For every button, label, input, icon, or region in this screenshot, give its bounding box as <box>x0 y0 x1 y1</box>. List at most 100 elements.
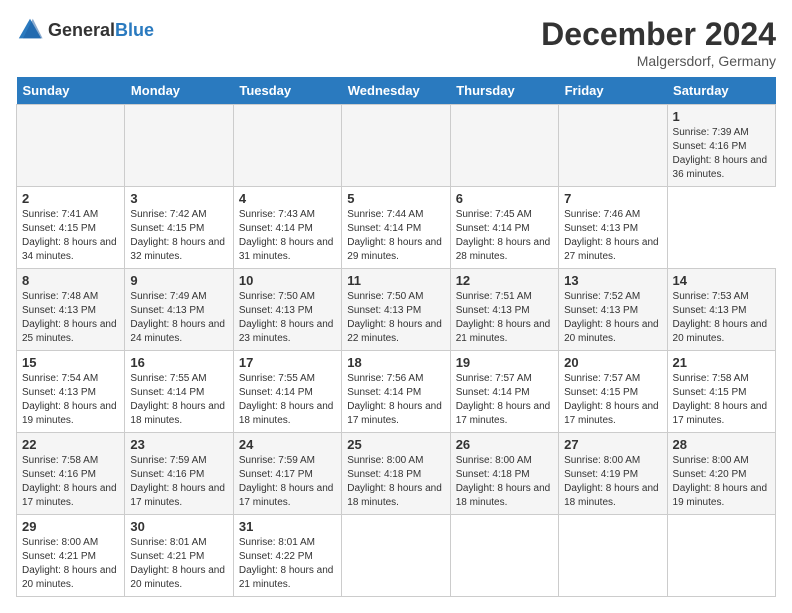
day-number: 28 <box>673 437 770 452</box>
logo-text-general: General <box>48 20 115 40</box>
calendar-cell <box>559 105 667 187</box>
cell-content: Sunrise: 7:59 AM Sunset: 4:16 PM Dayligh… <box>130 454 227 510</box>
week-row-4: 22 Sunrise: 7:58 AM Sunset: 4:16 PM Dayl… <box>17 433 776 515</box>
calendar-cell <box>342 515 450 597</box>
logo: GeneralBlue <box>16 16 154 44</box>
calendar-cell: 5 Sunrise: 7:44 AM Sunset: 4:14 PM Dayli… <box>342 187 450 269</box>
cell-content: Sunrise: 7:41 AM Sunset: 4:15 PM Dayligh… <box>22 208 119 264</box>
calendar-cell: 16 Sunrise: 7:55 AM Sunset: 4:14 PM Dayl… <box>125 351 233 433</box>
calendar-cell: 29 Sunrise: 8:00 AM Sunset: 4:21 PM Dayl… <box>17 515 125 597</box>
title-area: December 2024 Malgersdorf, Germany <box>541 16 776 69</box>
calendar-cell: 18 Sunrise: 7:56 AM Sunset: 4:14 PM Dayl… <box>342 351 450 433</box>
week-row-1: 2 Sunrise: 7:41 AM Sunset: 4:15 PM Dayli… <box>17 187 776 269</box>
week-row-5: 29 Sunrise: 8:00 AM Sunset: 4:21 PM Dayl… <box>17 515 776 597</box>
day-number: 9 <box>130 273 227 288</box>
day-number: 18 <box>347 355 444 370</box>
cell-content: Sunrise: 8:00 AM Sunset: 4:19 PM Dayligh… <box>564 454 661 510</box>
cell-content: Sunrise: 7:58 AM Sunset: 4:16 PM Dayligh… <box>22 454 119 510</box>
day-number: 27 <box>564 437 661 452</box>
cell-content: Sunrise: 7:48 AM Sunset: 4:13 PM Dayligh… <box>22 290 119 346</box>
cell-content: Sunrise: 7:54 AM Sunset: 4:13 PM Dayligh… <box>22 372 119 428</box>
calendar-cell <box>667 515 775 597</box>
day-number: 4 <box>239 191 336 206</box>
calendar-table: SundayMondayTuesdayWednesdayThursdayFrid… <box>16 77 776 597</box>
cell-content: Sunrise: 8:00 AM Sunset: 4:21 PM Dayligh… <box>22 536 119 592</box>
cell-content: Sunrise: 7:39 AM Sunset: 4:16 PM Dayligh… <box>673 126 770 182</box>
calendar-cell: 21 Sunrise: 7:58 AM Sunset: 4:15 PM Dayl… <box>667 351 775 433</box>
day-number: 31 <box>239 519 336 534</box>
day-number: 3 <box>130 191 227 206</box>
day-number: 20 <box>564 355 661 370</box>
header-cell-tuesday: Tuesday <box>233 77 341 105</box>
calendar-cell: 22 Sunrise: 7:58 AM Sunset: 4:16 PM Dayl… <box>17 433 125 515</box>
day-number: 17 <box>239 355 336 370</box>
week-row-3: 15 Sunrise: 7:54 AM Sunset: 4:13 PM Dayl… <box>17 351 776 433</box>
calendar-cell: 8 Sunrise: 7:48 AM Sunset: 4:13 PM Dayli… <box>17 269 125 351</box>
calendar-cell: 10 Sunrise: 7:50 AM Sunset: 4:13 PM Dayl… <box>233 269 341 351</box>
cell-content: Sunrise: 7:49 AM Sunset: 4:13 PM Dayligh… <box>130 290 227 346</box>
cell-content: Sunrise: 7:45 AM Sunset: 4:14 PM Dayligh… <box>456 208 553 264</box>
calendar-cell: 25 Sunrise: 8:00 AM Sunset: 4:18 PM Dayl… <box>342 433 450 515</box>
cell-content: Sunrise: 7:56 AM Sunset: 4:14 PM Dayligh… <box>347 372 444 428</box>
day-number: 25 <box>347 437 444 452</box>
cell-content: Sunrise: 7:52 AM Sunset: 4:13 PM Dayligh… <box>564 290 661 346</box>
calendar-cell: 23 Sunrise: 7:59 AM Sunset: 4:16 PM Dayl… <box>125 433 233 515</box>
day-number: 22 <box>22 437 119 452</box>
day-number: 26 <box>456 437 553 452</box>
cell-content: Sunrise: 7:43 AM Sunset: 4:14 PM Dayligh… <box>239 208 336 264</box>
week-row-2: 8 Sunrise: 7:48 AM Sunset: 4:13 PM Dayli… <box>17 269 776 351</box>
cell-content: Sunrise: 8:00 AM Sunset: 4:18 PM Dayligh… <box>456 454 553 510</box>
calendar-cell: 9 Sunrise: 7:49 AM Sunset: 4:13 PM Dayli… <box>125 269 233 351</box>
calendar-cell: 4 Sunrise: 7:43 AM Sunset: 4:14 PM Dayli… <box>233 187 341 269</box>
calendar-cell: 31 Sunrise: 8:01 AM Sunset: 4:22 PM Dayl… <box>233 515 341 597</box>
calendar-cell: 7 Sunrise: 7:46 AM Sunset: 4:13 PM Dayli… <box>559 187 667 269</box>
day-number: 23 <box>130 437 227 452</box>
week-row-0: 1 Sunrise: 7:39 AM Sunset: 4:16 PM Dayli… <box>17 105 776 187</box>
header-cell-monday: Monday <box>125 77 233 105</box>
cell-content: Sunrise: 8:01 AM Sunset: 4:21 PM Dayligh… <box>130 536 227 592</box>
header-cell-friday: Friday <box>559 77 667 105</box>
cell-content: Sunrise: 7:44 AM Sunset: 4:14 PM Dayligh… <box>347 208 444 264</box>
day-number: 24 <box>239 437 336 452</box>
cell-content: Sunrise: 7:46 AM Sunset: 4:13 PM Dayligh… <box>564 208 661 264</box>
cell-content: Sunrise: 7:55 AM Sunset: 4:14 PM Dayligh… <box>130 372 227 428</box>
cell-content: Sunrise: 7:57 AM Sunset: 4:14 PM Dayligh… <box>456 372 553 428</box>
calendar-cell: 15 Sunrise: 7:54 AM Sunset: 4:13 PM Dayl… <box>17 351 125 433</box>
header-cell-saturday: Saturday <box>667 77 775 105</box>
day-number: 10 <box>239 273 336 288</box>
header-cell-thursday: Thursday <box>450 77 558 105</box>
calendar-cell: 24 Sunrise: 7:59 AM Sunset: 4:17 PM Dayl… <box>233 433 341 515</box>
cell-content: Sunrise: 8:00 AM Sunset: 4:18 PM Dayligh… <box>347 454 444 510</box>
day-number: 12 <box>456 273 553 288</box>
location-title: Malgersdorf, Germany <box>541 53 776 69</box>
day-number: 5 <box>347 191 444 206</box>
calendar-cell: 11 Sunrise: 7:50 AM Sunset: 4:13 PM Dayl… <box>342 269 450 351</box>
day-number: 8 <box>22 273 119 288</box>
calendar-cell: 28 Sunrise: 8:00 AM Sunset: 4:20 PM Dayl… <box>667 433 775 515</box>
calendar-cell: 17 Sunrise: 7:55 AM Sunset: 4:14 PM Dayl… <box>233 351 341 433</box>
cell-content: Sunrise: 7:51 AM Sunset: 4:13 PM Dayligh… <box>456 290 553 346</box>
calendar-cell: 20 Sunrise: 7:57 AM Sunset: 4:15 PM Dayl… <box>559 351 667 433</box>
cell-content: Sunrise: 7:50 AM Sunset: 4:13 PM Dayligh… <box>347 290 444 346</box>
calendar-cell <box>450 105 558 187</box>
logo-text-blue: Blue <box>115 20 154 40</box>
header-cell-sunday: Sunday <box>17 77 125 105</box>
cell-content: Sunrise: 7:55 AM Sunset: 4:14 PM Dayligh… <box>239 372 336 428</box>
header-cell-wednesday: Wednesday <box>342 77 450 105</box>
cell-content: Sunrise: 8:01 AM Sunset: 4:22 PM Dayligh… <box>239 536 336 592</box>
day-number: 14 <box>673 273 770 288</box>
day-number: 7 <box>564 191 661 206</box>
cell-content: Sunrise: 7:42 AM Sunset: 4:15 PM Dayligh… <box>130 208 227 264</box>
day-number: 15 <box>22 355 119 370</box>
calendar-cell: 1 Sunrise: 7:39 AM Sunset: 4:16 PM Dayli… <box>667 105 775 187</box>
cell-content: Sunrise: 7:58 AM Sunset: 4:15 PM Dayligh… <box>673 372 770 428</box>
day-number: 21 <box>673 355 770 370</box>
calendar-cell: 27 Sunrise: 8:00 AM Sunset: 4:19 PM Dayl… <box>559 433 667 515</box>
calendar-cell <box>559 515 667 597</box>
header-row: SundayMondayTuesdayWednesdayThursdayFrid… <box>17 77 776 105</box>
day-number: 13 <box>564 273 661 288</box>
calendar-cell: 6 Sunrise: 7:45 AM Sunset: 4:14 PM Dayli… <box>450 187 558 269</box>
day-number: 19 <box>456 355 553 370</box>
header: GeneralBlue December 2024 Malgersdorf, G… <box>16 16 776 69</box>
day-number: 1 <box>673 109 770 124</box>
